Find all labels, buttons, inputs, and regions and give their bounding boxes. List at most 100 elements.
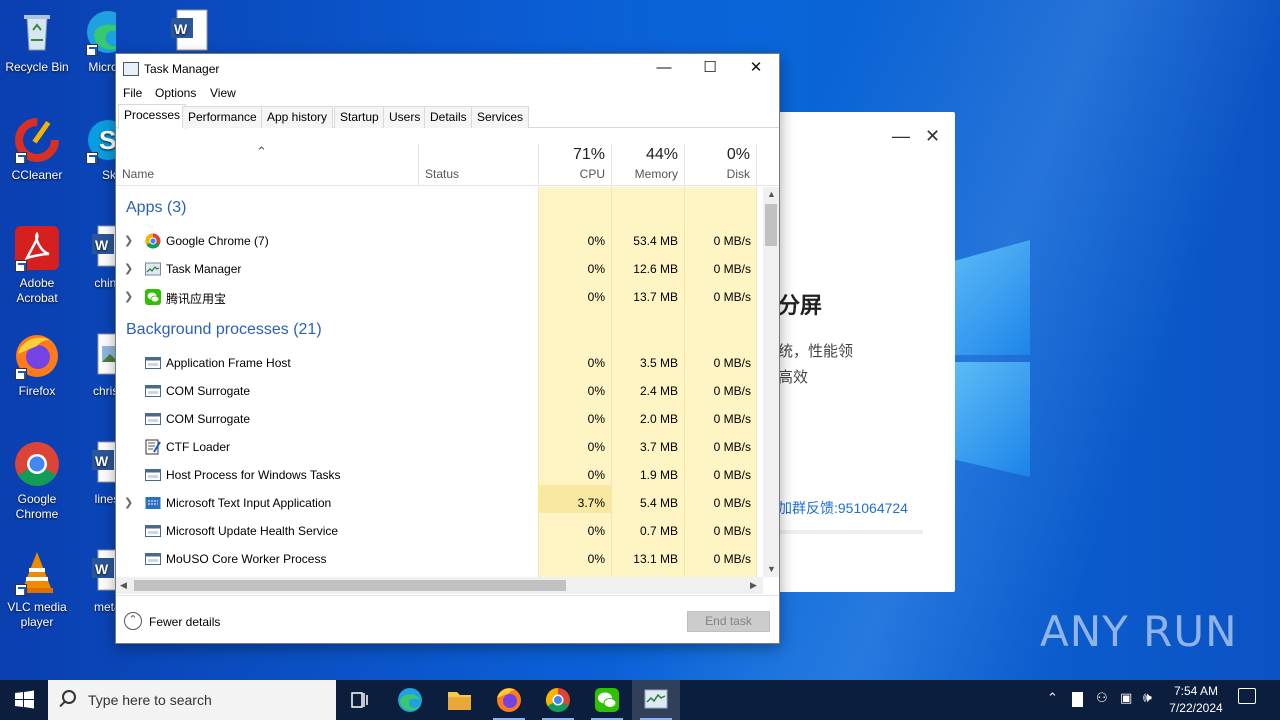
desktop-icon-word-doc-top[interactable]: W	[165, 8, 208, 56]
desktop-icon-recycle-bin[interactable]: Recycle Bin	[1, 8, 73, 75]
process-row[interactable]: Application Frame Host 0% 3.5 MB 0 MB/s	[116, 349, 763, 377]
column-name[interactable]: Name	[122, 167, 154, 181]
scroll-left-icon[interactable]: ◀	[120, 580, 127, 591]
desktop-icon-lineste[interactable]: W lineste	[76, 440, 116, 507]
desktop-icon-firefox[interactable]: Firefox	[1, 332, 73, 399]
background-app-window[interactable]: — ✕ 分屏 统，性能领 高效 加群反馈:951064724	[760, 112, 955, 592]
network-icon[interactable]: ▣	[1120, 690, 1132, 706]
process-row[interactable]: ❯ Microsoft Text Input Application 3.7% 5.4…	[116, 489, 763, 517]
show-hidden-icons-chevron-icon[interactable]: ⌃	[1047, 690, 1058, 706]
svg-text:W: W	[95, 237, 109, 253]
desktop-icon-vlc[interactable]: VLC media player	[1, 548, 73, 630]
task-manager-window[interactable]: Task Manager — ☐ ✕ File Options View Pro…	[115, 53, 780, 644]
menu-view[interactable]: View	[210, 86, 236, 100]
desktop-icon-chinap[interactable]: W chinap	[76, 224, 116, 291]
process-name: Task Manager	[166, 262, 242, 276]
taskbar-edge[interactable]	[386, 680, 434, 720]
battery-icon[interactable]	[1072, 692, 1083, 707]
taskbar-search-box[interactable]: Type here to search	[48, 680, 336, 720]
task-view-icon	[351, 692, 368, 708]
task-view-button[interactable]	[336, 680, 384, 720]
process-cpu: 0%	[587, 468, 605, 482]
desktop-icon-skype[interactable]: S Sky	[76, 116, 116, 183]
window-app-icon	[145, 467, 161, 483]
vertical-scroll-thumb[interactable]	[765, 204, 777, 246]
taskbar-wechat[interactable]	[583, 680, 631, 720]
process-memory: 0.7 MB	[639, 524, 678, 538]
column-disk[interactable]: 0% Disk	[684, 144, 757, 186]
fewer-details-button[interactable]: Fewer details	[149, 615, 220, 629]
desktop-icon-ccleaner[interactable]: CCleaner	[1, 116, 73, 183]
desktop-icon-metaln[interactable]: W metaln	[76, 548, 116, 615]
taskbar-firefox[interactable]	[485, 680, 533, 720]
process-name: 腾讯应用宝	[166, 292, 227, 306]
start-button[interactable]	[0, 680, 48, 720]
close-button[interactable]: ✕	[733, 54, 779, 82]
volume-icon[interactable]: 🕪	[1143, 689, 1152, 706]
process-row[interactable]: COM Surrogate 0% 2.0 MB 0 MB/s	[116, 405, 763, 433]
tab-startup[interactable]: Startup	[334, 106, 385, 128]
column-memory[interactable]: 44% Memory	[611, 144, 684, 186]
maximize-button[interactable]: ☐	[687, 54, 733, 82]
close-icon[interactable]: ✕	[925, 126, 940, 147]
desktop-icon-google-chrome[interactable]: Google Chrome	[1, 440, 73, 522]
chevron-up-circle-icon[interactable]: ⌃	[124, 612, 142, 630]
process-row[interactable]: ❯ Task Manager 0% 12.6 MB 0 MB/s	[116, 255, 763, 283]
desktop-icon-christia[interactable]: christia	[76, 332, 116, 399]
vertical-scrollbar[interactable]: ▲ ▼	[763, 187, 779, 577]
horizontal-scroll-thumb[interactable]	[134, 580, 566, 591]
menu-options[interactable]: Options	[155, 86, 196, 100]
desktop-icon-edge[interactable]: Micro Ed	[76, 8, 116, 75]
minimize-icon[interactable]: —	[892, 126, 910, 147]
taskbar-chrome[interactable]	[534, 680, 582, 720]
window-app-icon	[145, 355, 161, 371]
feedback-group-link[interactable]: 加群反馈:951064724	[778, 498, 908, 518]
process-row[interactable]: Microsoft Update Health Service 0% 0.7 MB 0…	[116, 517, 763, 545]
process-row[interactable]: Host Process for Windows Tasks 0% 1.9 MB 0 …	[116, 461, 763, 489]
tab-services[interactable]: Services	[471, 106, 530, 128]
word-doc-icon: W	[86, 440, 116, 488]
process-row[interactable]: COM Surrogate 0% 2.4 MB 0 MB/s	[116, 377, 763, 405]
desktop-icon-adobe-acrobat[interactable]: Adobe Acrobat	[1, 224, 73, 306]
sort-up-icon[interactable]: ⌃	[256, 144, 267, 160]
tab-users[interactable]: Users	[383, 106, 427, 128]
minimize-button[interactable]: —	[641, 54, 687, 82]
process-row[interactable]: ❯ 腾讯应用宝 0% 13.7 MB 0 MB/s	[116, 283, 763, 311]
tab-app-history[interactable]: App history	[261, 106, 334, 128]
menu-file[interactable]: File	[123, 86, 142, 100]
scroll-down-icon[interactable]: ▼	[767, 564, 776, 574]
process-name: Google Chrome (7)	[166, 234, 269, 248]
chevron-right-icon[interactable]: ❯	[124, 262, 133, 275]
clock-date[interactable]: 7/22/2024	[1166, 701, 1226, 715]
taskbar-file-explorer[interactable]	[435, 680, 483, 720]
end-task-button[interactable]: End task	[687, 611, 770, 632]
column-status-cell[interactable]: Status	[418, 144, 538, 186]
window-title: Task Manager	[144, 62, 220, 76]
title-bar[interactable]: Task Manager — ☐ ✕	[116, 54, 779, 82]
taskbar-task-manager[interactable]	[632, 680, 680, 720]
process-disk: 0 MB/s	[713, 524, 751, 538]
process-list[interactable]: Apps (3) Background processes (21) ❯ Goog…	[116, 187, 763, 577]
wechat-icon	[595, 688, 619, 712]
meet-now-icon[interactable]: ⚇	[1096, 690, 1108, 706]
column-cpu[interactable]: 71% CPU	[538, 144, 611, 186]
tab-performance[interactable]: Performance	[182, 106, 263, 128]
process-row[interactable]: CTF Loader 0% 3.7 MB 0 MB/s	[116, 433, 763, 461]
chevron-right-icon[interactable]: ❯	[124, 496, 133, 509]
tab-processes[interactable]: Processes	[118, 104, 187, 129]
chevron-right-icon[interactable]: ❯	[124, 234, 133, 247]
chevron-right-icon[interactable]: ❯	[124, 290, 133, 303]
scroll-up-icon[interactable]: ▲	[767, 189, 776, 199]
window-app-icon	[145, 411, 161, 427]
shortcut-arrow-icon	[15, 152, 27, 164]
scroll-right-icon[interactable]: ▶	[750, 580, 757, 591]
tab-details[interactable]: Details	[424, 106, 473, 128]
process-disk: 0 MB/s	[713, 262, 751, 276]
process-row[interactable]: ❯ Google Chrome (7) 0% 53.4 MB 0 MB/s	[116, 227, 763, 255]
group-apps-title: Apps (3)	[126, 199, 187, 216]
process-memory: 2.4 MB	[639, 384, 678, 398]
notification-center-icon[interactable]	[1238, 688, 1256, 704]
clock-time[interactable]: 7:54 AM	[1171, 684, 1221, 698]
process-row[interactable]: MoUSO Core Worker Process 0% 13.1 MB 0 MB/s	[116, 545, 763, 573]
horizontal-scrollbar[interactable]: ◀ ▶	[116, 577, 763, 594]
